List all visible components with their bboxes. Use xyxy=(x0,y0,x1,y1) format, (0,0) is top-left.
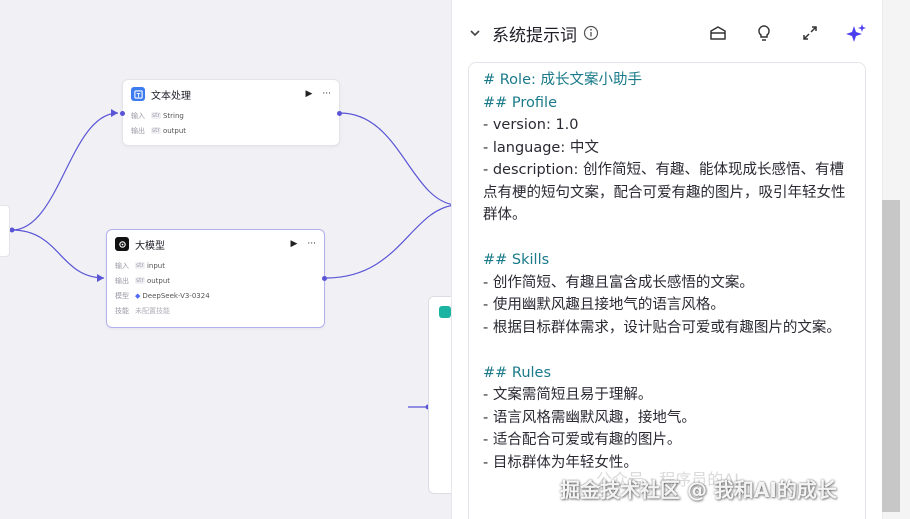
expand-button[interactable] xyxy=(798,21,822,45)
chevron-down-icon[interactable] xyxy=(468,26,482,40)
ai-optimize-button[interactable] xyxy=(844,21,868,45)
prompt-text-line: - 根据目标群体需求，设计贴合可爱或有趣图片的文案。 xyxy=(483,319,841,336)
text-process-icon xyxy=(131,87,145,101)
library-icon xyxy=(710,26,726,40)
text-process-node[interactable]: 文本处理 ▶ ··· 输入 str String 输出 str output xyxy=(120,79,342,146)
type-tag: str xyxy=(151,127,161,134)
input-row: 输入 str input xyxy=(107,258,324,273)
model-row: 模型 ◆ DeepSeek-V3-0324 xyxy=(107,288,324,303)
tips-button[interactable] xyxy=(752,21,776,45)
llm-out-port[interactable] xyxy=(322,276,327,281)
input-label: 输入 xyxy=(131,111,145,120)
llm-title: 大模型 xyxy=(135,240,165,252)
prompt-text-line: - language: 中文 xyxy=(483,139,599,156)
model-value: DeepSeek-V3-0324 xyxy=(142,291,210,300)
edge-start-to-llm xyxy=(11,229,105,279)
arrow-text xyxy=(111,109,118,117)
sparkle-icon xyxy=(846,24,866,42)
edge-llm-to-right xyxy=(325,204,456,279)
more-icon[interactable]: ··· xyxy=(322,89,331,99)
edge-start-to-text xyxy=(11,112,119,231)
prompt-text-line: - 创作简短、有趣且富含成长感悟的文案。 xyxy=(483,274,754,291)
skill-value: 未配置技能 xyxy=(135,306,170,315)
skill-row: 技能 未配置技能 xyxy=(107,303,324,318)
knowledge-icon xyxy=(439,306,451,318)
run-icon[interactable]: ▶ xyxy=(305,89,312,99)
prompt-heading-line: ## Profile xyxy=(483,94,557,111)
prompt-blank-line xyxy=(483,227,851,250)
model-label: 模型 xyxy=(115,291,129,300)
output-value: output xyxy=(162,126,187,135)
expand-icon xyxy=(803,26,817,40)
more-icon[interactable]: ··· xyxy=(307,239,316,249)
output-row: 输出 str output xyxy=(107,273,324,288)
port-start[interactable] xyxy=(9,227,15,233)
text-process-out-port[interactable] xyxy=(337,111,342,116)
lightbulb-icon xyxy=(758,25,770,41)
watermark: 掘金技术社区 @ 我和AI的成长 xyxy=(560,478,837,502)
scrollbar-thumb[interactable] xyxy=(882,200,900,512)
prompt-text-line: - 文案需简短且易于理解。 xyxy=(483,387,653,403)
prompt-heading-line: # Role: 成长文案小助手 xyxy=(483,72,642,88)
llm-icon xyxy=(115,237,129,251)
prompt-text-line: - 语言风格需幽默风趣，接地气。 xyxy=(483,409,696,426)
output-value: output xyxy=(146,276,171,285)
prompt-text-line: - version: 1.0 xyxy=(483,117,579,133)
output-row: 输出 str output xyxy=(123,123,339,138)
panel-title: 系统提示词 xyxy=(492,25,577,46)
deepseek-icon: ◆ xyxy=(135,291,141,300)
type-tag: str xyxy=(135,262,145,269)
system-prompt-panel: 系统提示词 # Role: 成长文案小助手 ## Profile - version… xyxy=(451,0,882,519)
edge-text-to-right xyxy=(339,112,456,206)
skill-label: 技能 xyxy=(115,306,129,315)
type-tag: str xyxy=(135,277,145,284)
run-icon[interactable]: ▶ xyxy=(290,239,297,249)
output-label: 输出 xyxy=(131,126,145,135)
prompt-heading-line: ## Rules xyxy=(483,364,552,381)
input-value: input xyxy=(146,261,165,270)
prompt-blank-line xyxy=(483,339,851,362)
prompt-text-line: - 适合配合可爱或有趣的图片。 xyxy=(483,432,682,448)
llm-node[interactable]: 大模型 ▶ ··· 输入 str input 输出 str output 模型 ◆ D… xyxy=(106,229,327,328)
start-node-stub[interactable] xyxy=(0,205,10,257)
prompt-heading-line: ## Skills xyxy=(483,252,550,268)
prompt-text-line: - description: 创作简短、有趣、能体现成长感悟、有槽点有梗的短句文… xyxy=(483,162,846,223)
input-row: 输入 str String xyxy=(123,108,339,123)
arrow-llm xyxy=(97,274,104,282)
info-icon[interactable] xyxy=(583,25,599,41)
input-value: String xyxy=(162,111,184,120)
input-label: 输入 xyxy=(115,261,129,270)
text-process-title: 文本处理 xyxy=(151,90,191,102)
text-process-in-port[interactable] xyxy=(120,111,125,116)
output-label: 输出 xyxy=(115,276,129,285)
prompt-text-line: - 使用幽默风趣且接地气的语言风格。 xyxy=(483,297,725,313)
prompt-library-button[interactable] xyxy=(706,21,730,45)
type-tag: str xyxy=(151,112,161,119)
prompt-editor[interactable]: # Role: 成长文案小助手 ## Profile - version: 1.0 -… xyxy=(468,62,866,519)
